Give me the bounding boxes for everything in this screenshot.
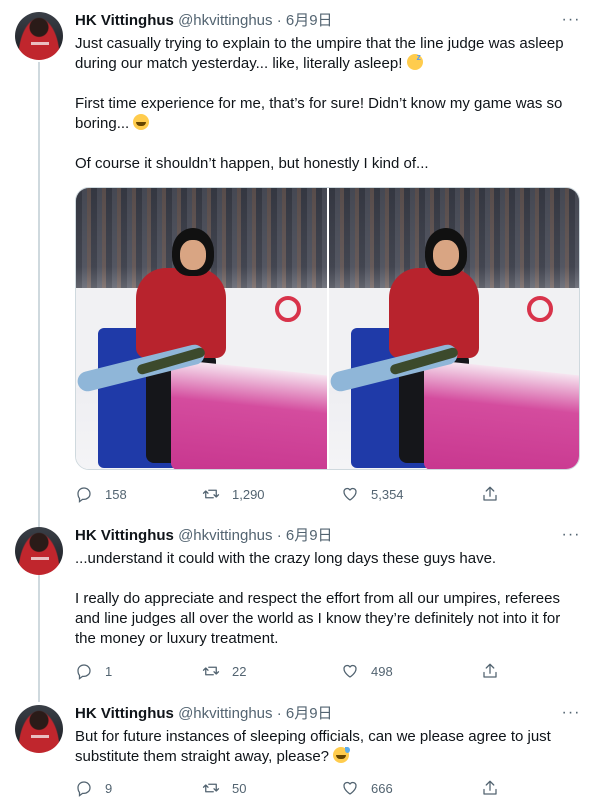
tweet-header: HK Vittinghus @hkvittinghus · 6月9日 [75,705,333,723]
tweet-date[interactable]: 6月9日 [286,12,333,29]
tweet-line: Just casually trying to explain to the u… [75,35,564,52]
share-button[interactable] [481,661,499,681]
reply-icon [77,781,91,797]
retweet-button[interactable]: 22 [202,661,246,681]
tweet-line: the money or luxury treatment. [75,630,279,647]
tweet-line: boring... [75,114,580,134]
author-handle[interactable]: @hkvittinghus [178,527,272,544]
like-count: 666 [371,780,393,796]
reply-icon [77,664,91,680]
retweet-button[interactable]: 50 [202,778,246,798]
avatar[interactable] [15,705,63,753]
tweet[interactable]: HK Vittinghus @hkvittinghus · 6月9日 ··· B… [0,693,598,809]
grinning-sweat-emoji [333,747,351,763]
retweet-icon [202,783,220,793]
author-name[interactable]: HK Vittinghus [75,12,174,29]
author-handle[interactable]: @hkvittinghus [178,12,272,29]
reply-button[interactable]: 158 [75,484,127,504]
avatar[interactable] [15,12,63,60]
tweet-actions: 9 50 666 [75,778,580,798]
like-count: 5,354 [371,486,404,502]
reply-count: 158 [105,486,127,502]
tweet-header: HK Vittinghus @hkvittinghus · 6月9日 [75,12,333,30]
tweet-line: But for future instances of sleeping off… [75,728,551,745]
reply-button[interactable]: 1 [75,661,112,681]
tweet-line: I really do appreciate and respect the e… [75,590,560,607]
share-button[interactable] [481,484,499,504]
separator-dot: · [276,12,282,29]
tweet-line: and line judges all over the world as I … [75,610,561,627]
tweet-date[interactable]: 6月9日 [286,705,333,722]
retweet-icon [202,489,220,499]
tweet-line: ...understand it could with the crazy lo… [75,550,497,567]
avatar[interactable] [15,527,63,575]
tweet-header: HK Vittinghus @hkvittinghus · 6月9日 [75,527,333,545]
more-options-icon[interactable]: ··· [560,527,582,547]
author-name[interactable]: HK Vittinghus [75,527,174,544]
share-button[interactable] [481,778,499,798]
heart-icon [343,487,357,501]
tweet-date[interactable]: 6月9日 [286,527,333,544]
sleeping-face-emoji [406,47,423,70]
reply-button[interactable]: 9 [75,778,112,798]
grinning-squinting-face-emoji [133,114,150,130]
tweet-line: substitute them straight away, please? [75,747,580,767]
photo-umpire-right[interactable] [328,188,579,469]
reply-count: 1 [105,663,113,679]
more-options-icon[interactable]: ··· [560,705,582,725]
heart-icon [343,781,357,795]
reply-count: 9 [105,780,113,796]
separator-dot: · [276,527,282,544]
tweet-line: Of course it shouldn’t happen, but hones… [75,155,429,172]
tweet-actions: 158 1,290 5,354 [75,484,580,504]
tweet-media[interactable] [75,187,580,470]
reply-icon [77,487,91,503]
separator-dot: · [276,705,282,722]
share-icon [483,486,497,501]
retweet-icon [202,666,220,676]
share-icon [483,663,497,678]
tweet-line: during our match yesterday... like, lite… [75,47,580,74]
like-count: 498 [371,663,393,679]
retweet-button[interactable]: 1,290 [202,484,265,504]
author-name[interactable]: HK Vittinghus [75,705,174,722]
share-icon [483,780,497,795]
tweet-actions: 1 22 498 [75,661,580,681]
tweet-line: First time experience for me, that’s for… [75,95,563,112]
tweet[interactable]: HK Vittinghus @hkvittinghus · 6月9日 ··· J… [0,0,598,510]
author-handle[interactable]: @hkvittinghus [178,705,272,722]
tweet-text: ...understand it could with the crazy lo… [75,549,580,649]
retweet-count: 22 [232,663,247,679]
like-button[interactable]: 498 [341,661,393,681]
photo-umpire-left[interactable] [76,188,327,469]
tweet[interactable]: HK Vittinghus @hkvittinghus · 6月9日 ··· .… [0,515,598,700]
more-options-icon[interactable]: ··· [560,12,582,32]
like-button[interactable]: 666 [341,778,393,798]
like-button[interactable]: 5,354 [341,484,404,504]
heart-icon [343,664,357,678]
retweet-count: 50 [232,780,247,796]
tweet-text: But for future instances of sleeping off… [75,727,580,767]
tweet-text: Just casually trying to explain to the u… [75,34,580,174]
retweet-count: 1,290 [232,486,265,502]
